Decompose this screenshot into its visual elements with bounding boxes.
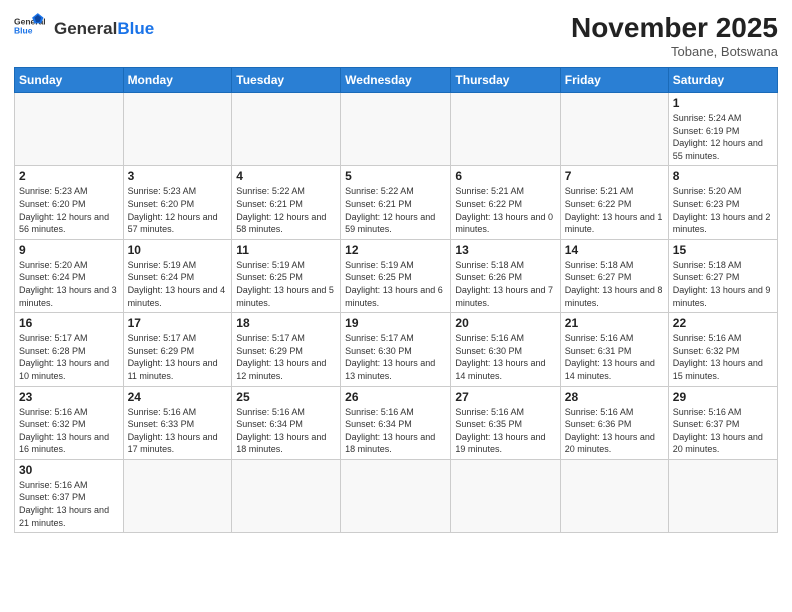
day-9: 9 Sunrise: 5:20 AMSunset: 6:24 PMDayligh…: [15, 239, 124, 312]
day-17: 17 Sunrise: 5:17 AMSunset: 6:29 PMDaylig…: [123, 313, 232, 386]
col-saturday: Saturday: [668, 68, 777, 93]
empty-cell: [668, 459, 777, 532]
day-14: 14 Sunrise: 5:18 AMSunset: 6:27 PMDaylig…: [560, 239, 668, 312]
day-23: 23 Sunrise: 5:16 AMSunset: 6:32 PMDaylig…: [15, 386, 124, 459]
day-10: 10 Sunrise: 5:19 AMSunset: 6:24 PMDaylig…: [123, 239, 232, 312]
empty-cell: [232, 459, 341, 532]
col-monday: Monday: [123, 68, 232, 93]
day-29: 29 Sunrise: 5:16 AMSunset: 6:37 PMDaylig…: [668, 386, 777, 459]
week-row-3: 9 Sunrise: 5:20 AMSunset: 6:24 PMDayligh…: [15, 239, 778, 312]
day-3: 3 Sunrise: 5:23 AMSunset: 6:20 PMDayligh…: [123, 166, 232, 239]
day-6: 6 Sunrise: 5:21 AMSunset: 6:22 PMDayligh…: [451, 166, 560, 239]
day-28: 28 Sunrise: 5:16 AMSunset: 6:36 PMDaylig…: [560, 386, 668, 459]
calendar: Sunday Monday Tuesday Wednesday Thursday…: [14, 67, 778, 533]
col-thursday: Thursday: [451, 68, 560, 93]
day-30: 30 Sunrise: 5:16 AMSunset: 6:37 PMDaylig…: [15, 459, 124, 532]
col-tuesday: Tuesday: [232, 68, 341, 93]
location: Tobane, Botswana: [571, 44, 778, 59]
day-1: 1 Sunrise: 5:24 AM Sunset: 6:19 PM Dayli…: [668, 93, 777, 166]
day-24: 24 Sunrise: 5:16 AMSunset: 6:33 PMDaylig…: [123, 386, 232, 459]
week-row-2: 2 Sunrise: 5:23 AMSunset: 6:20 PMDayligh…: [15, 166, 778, 239]
day-15: 15 Sunrise: 5:18 AMSunset: 6:27 PMDaylig…: [668, 239, 777, 312]
day-22: 22 Sunrise: 5:16 AMSunset: 6:32 PMDaylig…: [668, 313, 777, 386]
day-12: 12 Sunrise: 5:19 AMSunset: 6:25 PMDaylig…: [341, 239, 451, 312]
empty-cell: [123, 93, 232, 166]
week-row-5: 23 Sunrise: 5:16 AMSunset: 6:32 PMDaylig…: [15, 386, 778, 459]
day-num-1: 1: [673, 96, 773, 110]
day-11: 11 Sunrise: 5:19 AMSunset: 6:25 PMDaylig…: [232, 239, 341, 312]
empty-cell: [451, 93, 560, 166]
logo: General Blue GeneralBlue: [14, 12, 154, 46]
col-wednesday: Wednesday: [341, 68, 451, 93]
col-sunday: Sunday: [15, 68, 124, 93]
empty-cell: [560, 93, 668, 166]
week-row-1: 1 Sunrise: 5:24 AM Sunset: 6:19 PM Dayli…: [15, 93, 778, 166]
svg-text:Blue: Blue: [14, 26, 33, 36]
header: General Blue GeneralBlue November 2025 T…: [14, 12, 778, 59]
week-row-4: 16 Sunrise: 5:17 AMSunset: 6:28 PMDaylig…: [15, 313, 778, 386]
day-18: 18 Sunrise: 5:17 AMSunset: 6:29 PMDaylig…: [232, 313, 341, 386]
day-27: 27 Sunrise: 5:16 AMSunset: 6:35 PMDaylig…: [451, 386, 560, 459]
empty-cell: [341, 459, 451, 532]
day-20: 20 Sunrise: 5:16 AMSunset: 6:30 PMDaylig…: [451, 313, 560, 386]
day-info-1: Sunrise: 5:24 AM Sunset: 6:19 PM Dayligh…: [673, 112, 773, 162]
col-friday: Friday: [560, 68, 668, 93]
day-26: 26 Sunrise: 5:16 AMSunset: 6:34 PMDaylig…: [341, 386, 451, 459]
empty-cell: [15, 93, 124, 166]
empty-cell: [451, 459, 560, 532]
day-5: 5 Sunrise: 5:22 AMSunset: 6:21 PMDayligh…: [341, 166, 451, 239]
empty-cell: [123, 459, 232, 532]
day-16: 16 Sunrise: 5:17 AMSunset: 6:28 PMDaylig…: [15, 313, 124, 386]
week-row-6: 30 Sunrise: 5:16 AMSunset: 6:37 PMDaylig…: [15, 459, 778, 532]
empty-cell: [341, 93, 451, 166]
month-title: November 2025: [571, 12, 778, 44]
day-4: 4 Sunrise: 5:22 AMSunset: 6:21 PMDayligh…: [232, 166, 341, 239]
page: General Blue GeneralBlue November 2025 T…: [0, 0, 792, 612]
empty-cell: [560, 459, 668, 532]
day-2: 2 Sunrise: 5:23 AMSunset: 6:20 PMDayligh…: [15, 166, 124, 239]
title-block: November 2025 Tobane, Botswana: [571, 12, 778, 59]
day-13: 13 Sunrise: 5:18 AMSunset: 6:26 PMDaylig…: [451, 239, 560, 312]
day-19: 19 Sunrise: 5:17 AMSunset: 6:30 PMDaylig…: [341, 313, 451, 386]
day-25: 25 Sunrise: 5:16 AMSunset: 6:34 PMDaylig…: [232, 386, 341, 459]
day-7: 7 Sunrise: 5:21 AMSunset: 6:22 PMDayligh…: [560, 166, 668, 239]
day-8: 8 Sunrise: 5:20 AMSunset: 6:23 PMDayligh…: [668, 166, 777, 239]
generalblue-logo-icon: General Blue: [14, 12, 48, 46]
empty-cell: [232, 93, 341, 166]
day-21: 21 Sunrise: 5:16 AMSunset: 6:31 PMDaylig…: [560, 313, 668, 386]
